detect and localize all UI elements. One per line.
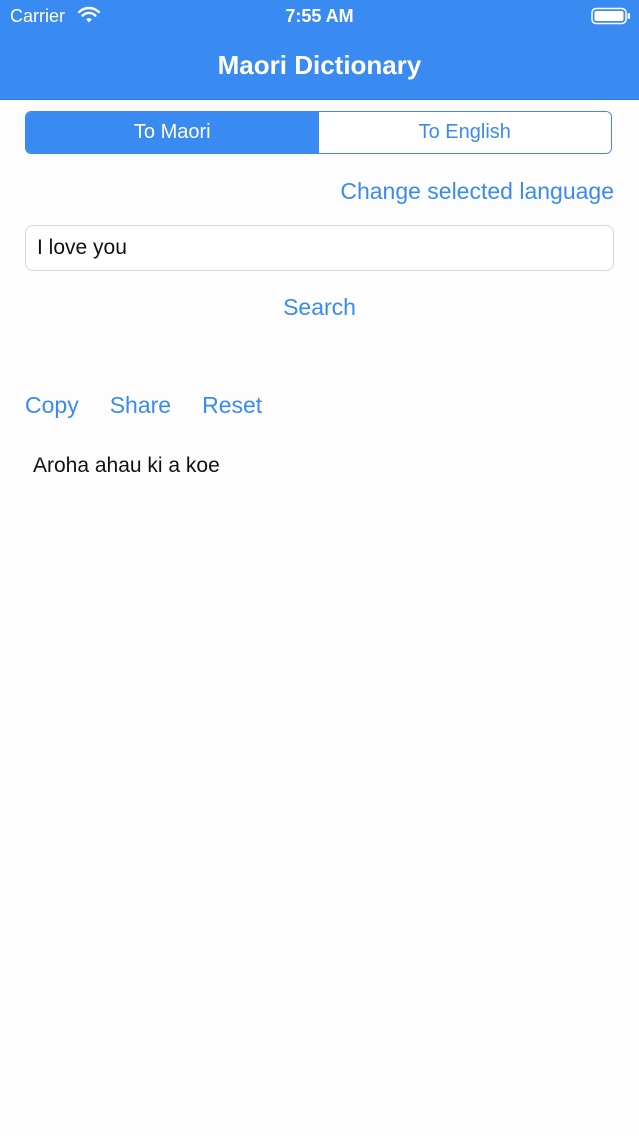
page-title: Maori Dictionary [217,50,422,80]
copy-button[interactable]: Copy [25,390,79,420]
app-screen: Carrier 7:55 AM Maori Dictionary To Maor… [0,0,639,1136]
navigation-header: Carrier 7:55 AM Maori Dictionary [0,0,639,100]
translation-result: Aroha ahau ki a koe [33,454,220,477]
battery-icon [591,7,630,25]
search-button[interactable]: Search [0,292,639,322]
status-time: 7:55 AM [285,6,354,26]
language-direction-segmented-control: To Maori To English [25,111,612,154]
segment-to-english[interactable]: To English [318,112,611,153]
search-input[interactable]: I love you [25,225,614,271]
result-actions: Copy Share Reset [25,390,262,420]
change-language-button[interactable]: Change selected language [340,176,614,206]
share-button[interactable]: Share [110,390,171,420]
search-input-value: I love you [37,236,127,259]
reset-button[interactable]: Reset [202,390,262,420]
segment-to-maori[interactable]: To Maori [26,112,319,153]
